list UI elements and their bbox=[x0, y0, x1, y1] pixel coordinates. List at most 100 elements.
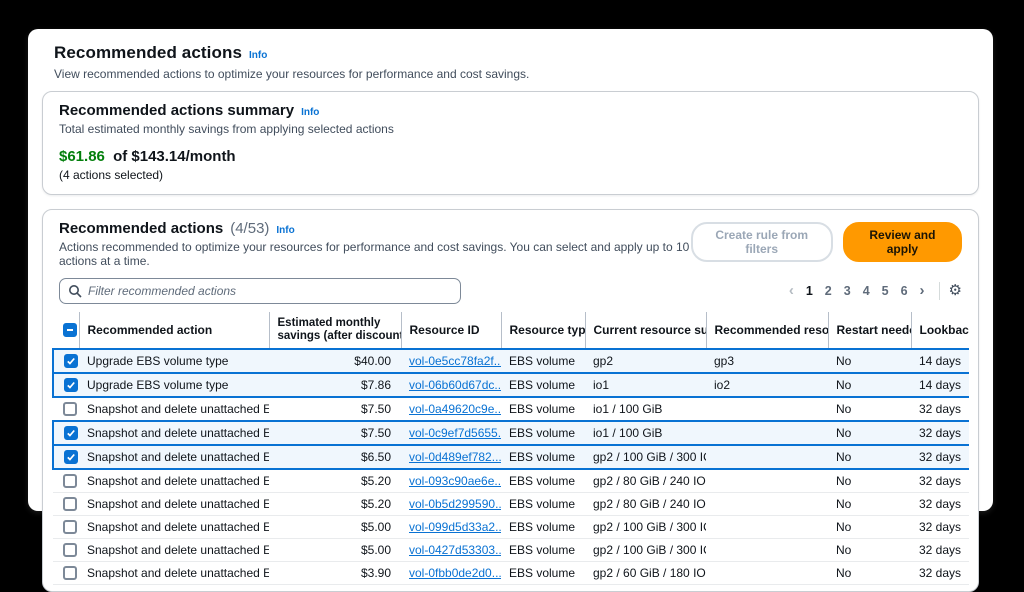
row-checkbox[interactable] bbox=[64, 450, 78, 464]
cell-current-resource-summary: io1 bbox=[585, 373, 706, 397]
page-number-button[interactable]: 6 bbox=[895, 282, 914, 300]
table-toolbar: ‹ 123456 › ⚙ bbox=[43, 268, 978, 312]
page-subtitle: View recommended actions to optimize you… bbox=[54, 67, 967, 81]
filter-input[interactable] bbox=[59, 278, 461, 304]
table-row[interactable]: Snapshot and delete unattached EBS volum… bbox=[53, 445, 969, 469]
col-recommended-action[interactable]: Recommended action bbox=[79, 312, 269, 349]
row-select-cell bbox=[53, 469, 79, 493]
row-checkbox[interactable] bbox=[63, 474, 77, 488]
cell-resource-type: EBS volume bbox=[501, 516, 585, 539]
row-select-cell bbox=[53, 397, 79, 421]
cell-resource-type: EBS volume bbox=[501, 349, 585, 373]
cell-estimated-savings: $7.50 bbox=[269, 421, 401, 445]
select-all-checkbox[interactable] bbox=[63, 323, 77, 337]
row-select-cell bbox=[53, 445, 79, 469]
resource-id-link[interactable]: vol-099d5d33a2... bbox=[409, 520, 501, 534]
table-row[interactable]: Snapshot and delete unattached EBS volum… bbox=[53, 562, 969, 585]
cell-recommended-resource bbox=[706, 397, 828, 421]
cell-recommended-action: Snapshot and delete unattached EBS volum… bbox=[79, 397, 269, 421]
row-checkbox[interactable] bbox=[63, 497, 77, 511]
resource-id-link[interactable]: vol-0c9ef7d5655... bbox=[409, 426, 501, 440]
table-row[interactable]: Upgrade EBS volume type$7.86vol-06b60d67… bbox=[53, 373, 969, 397]
cell-current-resource-summary: io1 / 100 GiB bbox=[585, 397, 706, 421]
row-checkbox[interactable] bbox=[64, 426, 78, 440]
summary-description: Total estimated monthly savings from app… bbox=[59, 122, 962, 136]
resource-id-link[interactable]: vol-093c90ae6e... bbox=[409, 474, 501, 488]
cell-restart-needed: No bbox=[828, 445, 911, 469]
next-page-button[interactable]: › bbox=[915, 282, 930, 300]
table-row[interactable]: Snapshot and delete unattached EBS volum… bbox=[53, 421, 969, 445]
page-number-button[interactable]: 1 bbox=[800, 282, 819, 300]
cell-resource-id: vol-0b5d299590... bbox=[401, 493, 501, 516]
cell-estimated-savings: $7.50 bbox=[269, 397, 401, 421]
cell-current-resource-summary: gp2 / 80 GiB / 240 IOPS... bbox=[585, 469, 706, 493]
page-number-button[interactable]: 2 bbox=[819, 282, 838, 300]
cell-restart-needed: No bbox=[828, 373, 911, 397]
select-all-header-cell bbox=[53, 312, 79, 349]
col-restart-needed[interactable]: Restart needed bbox=[828, 312, 911, 349]
savings-amount: $61.86 bbox=[59, 148, 105, 165]
review-and-apply-button[interactable]: Review and apply bbox=[843, 222, 962, 262]
page-number-button[interactable]: 3 bbox=[838, 282, 857, 300]
col-resource-id[interactable]: Resource ID bbox=[401, 312, 501, 349]
table-info-link[interactable]: Info bbox=[276, 225, 294, 236]
cell-lookback-period: 32 days bbox=[911, 516, 969, 539]
col-current-resource-summary[interactable]: Current resource summ... bbox=[585, 312, 706, 349]
cell-resource-id: vol-0427d53303... bbox=[401, 539, 501, 562]
row-checkbox[interactable] bbox=[63, 520, 77, 534]
table-selected-count: (4/53) bbox=[230, 220, 269, 237]
cell-resource-type: EBS volume bbox=[501, 562, 585, 585]
resource-id-link[interactable]: vol-0d489ef782... bbox=[409, 450, 501, 464]
cell-recommended-resource bbox=[706, 493, 828, 516]
resource-id-link[interactable]: vol-0e5cc78fa2f... bbox=[409, 354, 501, 368]
resource-id-link[interactable]: vol-0b5d299590... bbox=[409, 497, 501, 511]
cell-lookback-period: 32 days bbox=[911, 562, 969, 585]
col-resource-type[interactable]: Resource type bbox=[501, 312, 585, 349]
resource-id-link[interactable]: vol-0fbb0de2d0... bbox=[409, 566, 501, 580]
page-info-link[interactable]: Info bbox=[249, 50, 267, 61]
page-number-button[interactable]: 5 bbox=[876, 282, 895, 300]
row-checkbox[interactable] bbox=[63, 566, 77, 580]
page-header: Recommended actions Info View recommende… bbox=[42, 41, 979, 91]
col-lookback-period[interactable]: Lookback period bbox=[911, 312, 969, 349]
resource-id-link[interactable]: vol-06b60d67dc... bbox=[409, 378, 501, 392]
cell-resource-type: EBS volume bbox=[501, 469, 585, 493]
cell-recommended-action: Snapshot and delete unattached EBS volum… bbox=[79, 445, 269, 469]
table-row[interactable]: Snapshot and delete unattached EBS volum… bbox=[53, 493, 969, 516]
cell-lookback-period: 32 days bbox=[911, 493, 969, 516]
cell-estimated-savings: $5.00 bbox=[269, 516, 401, 539]
cell-lookback-period: 32 days bbox=[911, 469, 969, 493]
cell-current-resource-summary: gp2 / 100 GiB / 300 IOP... bbox=[585, 516, 706, 539]
cell-current-resource-summary: gp2 / 100 GiB / 300 IOP... bbox=[585, 539, 706, 562]
row-checkbox[interactable] bbox=[63, 402, 77, 416]
col-estimated-savings[interactable]: Estimated monthly savings (after discoun… bbox=[269, 312, 401, 349]
table-wrap: Recommended action Estimated monthly sav… bbox=[52, 312, 969, 585]
cell-resource-type: EBS volume bbox=[501, 421, 585, 445]
table-row[interactable]: Snapshot and delete unattached EBS volum… bbox=[53, 516, 969, 539]
table-row[interactable]: Snapshot and delete unattached EBS volum… bbox=[53, 397, 969, 421]
table-preferences-gear-icon[interactable]: ⚙ bbox=[949, 282, 962, 300]
cell-resource-id: vol-0fbb0de2d0... bbox=[401, 562, 501, 585]
summary-card: Recommended actions summary Info Total e… bbox=[42, 91, 979, 195]
row-checkbox[interactable] bbox=[64, 354, 78, 368]
resource-id-link[interactable]: vol-0a49620c9e... bbox=[409, 402, 501, 416]
row-select-cell bbox=[53, 562, 79, 585]
cell-restart-needed: No bbox=[828, 539, 911, 562]
summary-info-link[interactable]: Info bbox=[301, 107, 319, 118]
row-checkbox[interactable] bbox=[64, 378, 78, 392]
resource-id-link[interactable]: vol-0427d53303... bbox=[409, 543, 501, 557]
previous-page-button[interactable]: ‹ bbox=[784, 282, 799, 300]
cell-recommended-action: Upgrade EBS volume type bbox=[79, 349, 269, 373]
cell-resource-id: vol-0a49620c9e... bbox=[401, 397, 501, 421]
search-icon bbox=[68, 284, 82, 298]
col-recommended-resource[interactable]: Recommended resourc... bbox=[706, 312, 828, 349]
summary-title: Recommended actions summary bbox=[59, 102, 294, 119]
table-row[interactable]: Upgrade EBS volume type$40.00vol-0e5cc78… bbox=[53, 349, 969, 373]
cell-resource-id: vol-0d489ef782... bbox=[401, 445, 501, 469]
table-row[interactable]: Snapshot and delete unattached EBS volum… bbox=[53, 469, 969, 493]
create-rule-from-filters-button[interactable]: Create rule from filters bbox=[691, 222, 833, 262]
table-row[interactable]: Snapshot and delete unattached EBS volum… bbox=[53, 539, 969, 562]
page-number-button[interactable]: 4 bbox=[857, 282, 876, 300]
table-body: Upgrade EBS volume type$40.00vol-0e5cc78… bbox=[53, 349, 969, 585]
row-select-cell bbox=[53, 349, 79, 373]
